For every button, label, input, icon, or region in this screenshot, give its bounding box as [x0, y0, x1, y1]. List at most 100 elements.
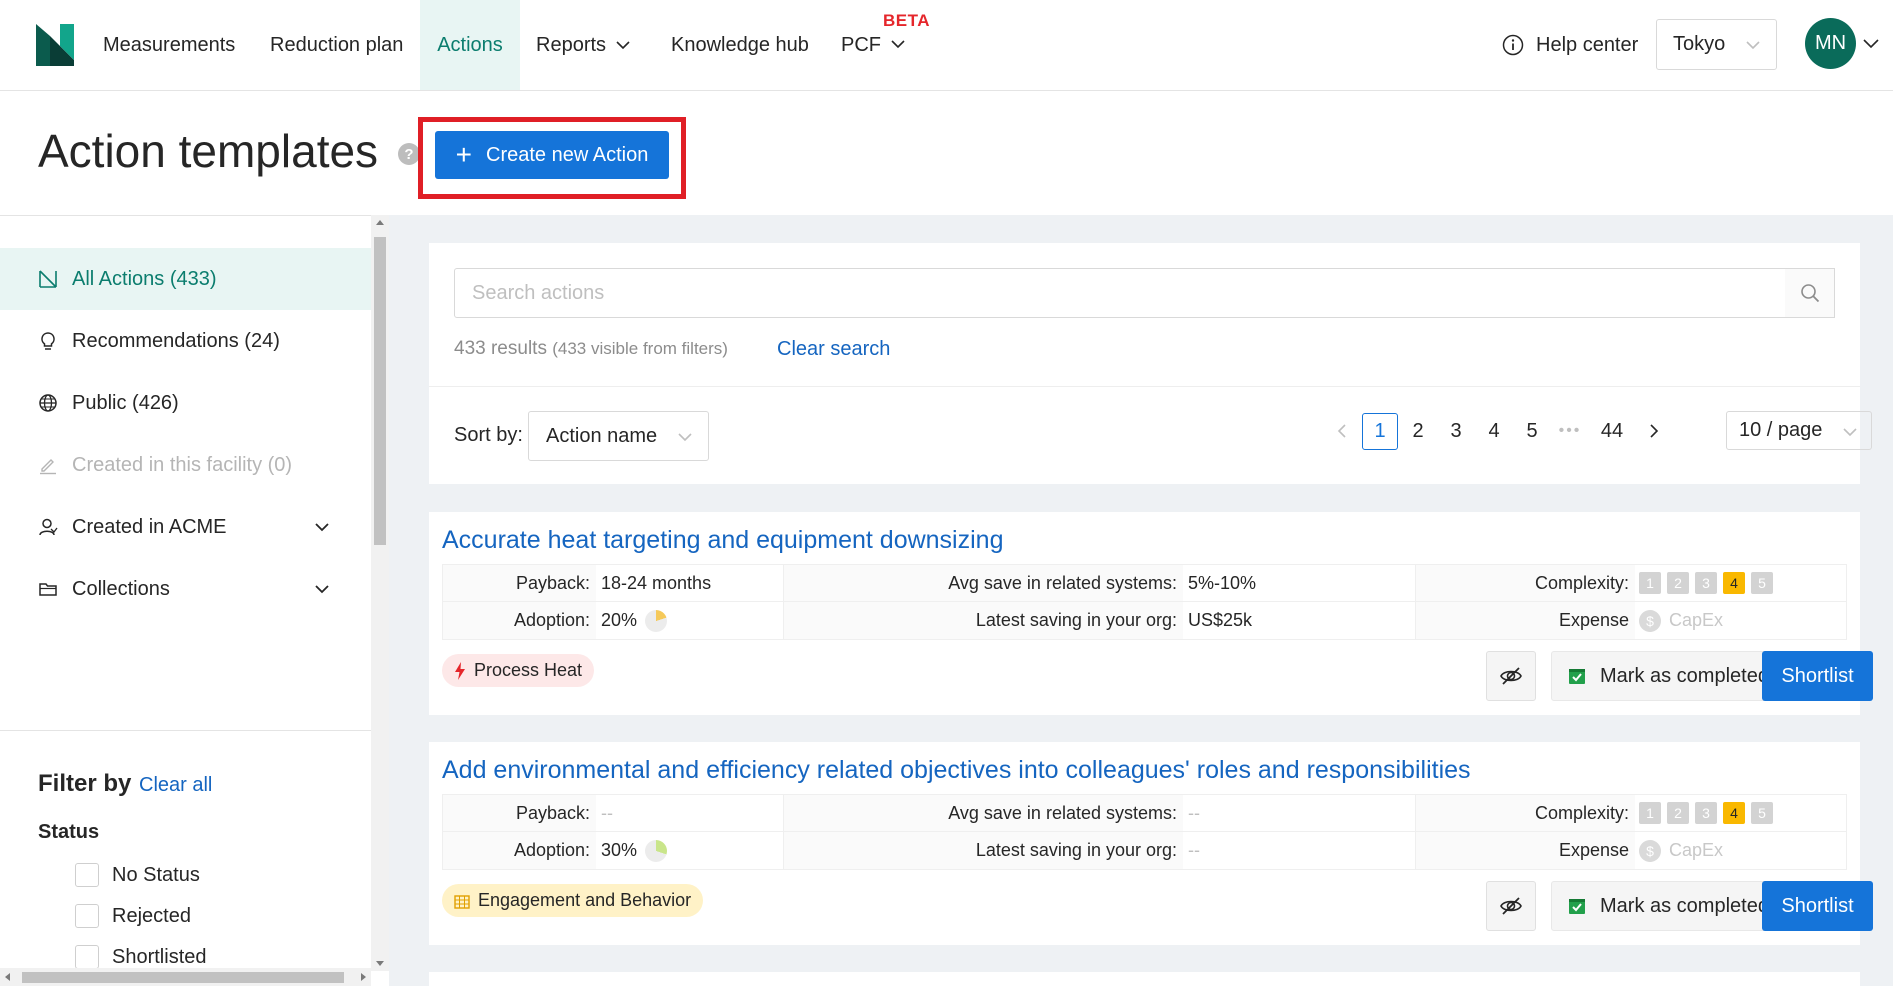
beta-badge: BETA	[883, 11, 931, 30]
sidebar-item-created-in-facility[interactable]: Created in this facility (0)	[0, 434, 371, 496]
page-1-button[interactable]: 1	[1362, 412, 1398, 450]
page-5-button[interactable]: 5	[1514, 413, 1550, 450]
nav-actions[interactable]: Actions	[420, 0, 520, 90]
sidebar-item-all-actions[interactable]: All Actions (433)	[0, 248, 371, 310]
complexity-value: 1 2 3 4 5	[1635, 795, 1846, 832]
eye-off-icon	[1500, 667, 1522, 685]
user-group-icon	[39, 518, 58, 536]
lightbulb-icon	[41, 332, 55, 350]
calendar-check-icon	[1569, 669, 1585, 684]
hide-action-button[interactable]	[1486, 881, 1536, 931]
scroll-up-arrow-icon[interactable]	[376, 220, 384, 225]
page-size-select[interactable]: 10 / page	[1726, 411, 1872, 450]
page-44-button[interactable]: 44	[1590, 413, 1634, 450]
sidebar-item-public[interactable]: Public (426)	[0, 372, 371, 434]
prev-page-button[interactable]	[1324, 413, 1360, 450]
dollar-icon: $	[1639, 609, 1661, 632]
page-2-button[interactable]: 2	[1400, 413, 1436, 450]
status-option-shortlisted[interactable]: Shortlisted	[75, 945, 207, 969]
sidebar-horizontal-scrollbar[interactable]	[0, 968, 371, 986]
payback-value: --	[596, 795, 783, 832]
complexity-level: 5	[1751, 802, 1773, 824]
mark-as-completed-button[interactable]: Mark as completed	[1551, 881, 1793, 931]
sidebar-item-created-in-acme[interactable]: Created in ACME	[0, 496, 371, 558]
action-title-link[interactable]: Accurate heat targeting and equipment do…	[442, 526, 1003, 555]
checkbox[interactable]	[75, 904, 99, 928]
help-tooltip-icon[interactable]: ?	[398, 143, 420, 165]
action-card	[429, 972, 1860, 986]
chevron-down-icon	[678, 433, 692, 442]
search-button[interactable]	[1785, 268, 1835, 318]
shortlist-button[interactable]: Shortlist	[1762, 651, 1873, 701]
actions-logo-icon	[39, 270, 57, 288]
clear-all-filters-link[interactable]: Clear all	[139, 774, 212, 797]
plus-icon: +	[455, 139, 473, 170]
adoption-pie-icon	[645, 609, 668, 632]
action-title-link[interactable]: Add environmental and efficiency related…	[442, 756, 1471, 785]
search-input[interactable]	[454, 268, 1787, 318]
status-option-no-status[interactable]: No Status	[75, 863, 200, 887]
clear-search-link[interactable]: Clear search	[777, 338, 890, 361]
chevron-right-icon	[1650, 424, 1659, 438]
search-panel: 433 results (433 visible from filters) C…	[429, 243, 1872, 484]
chevron-down-icon	[616, 41, 630, 50]
chevron-down-icon[interactable]	[1863, 36, 1879, 52]
nav-reports[interactable]: Reports	[536, 0, 630, 90]
page-4-button[interactable]: 4	[1476, 413, 1512, 450]
payback-value: 18-24 months	[596, 565, 783, 602]
facility-select[interactable]: Tokyo	[1656, 19, 1777, 70]
checkbox[interactable]	[75, 945, 99, 969]
globe-icon	[39, 394, 57, 412]
scrollbar-thumb[interactable]	[22, 972, 344, 983]
checkbox[interactable]	[75, 863, 99, 887]
chevron-down-icon	[891, 40, 905, 49]
building-icon	[454, 894, 470, 909]
help-center-link[interactable]: Help center	[1502, 0, 1638, 90]
complexity-level: 4	[1723, 802, 1745, 824]
eye-off-icon	[1500, 897, 1522, 915]
sort-label: Sort by:	[454, 424, 523, 446]
nav-knowledge-hub[interactable]: Knowledge hub	[671, 0, 809, 90]
shortlist-button[interactable]: Shortlist	[1762, 881, 1873, 931]
calendar-check-icon	[1569, 899, 1585, 914]
scrollbar-thumb[interactable]	[374, 237, 386, 545]
category-tag[interactable]: Process Heat	[442, 654, 595, 687]
status-option-rejected[interactable]: Rejected	[75, 904, 191, 928]
panel-divider	[429, 386, 1860, 387]
complexity-level: 2	[1667, 572, 1689, 594]
status-filter-heading: Status	[38, 821, 100, 843]
create-new-action-button[interactable]: + Create new Action	[435, 131, 669, 179]
avg-save-value: 5%-10%	[1183, 565, 1415, 602]
adoption-value: 30%	[596, 832, 783, 869]
complexity-label: Complexity:	[1415, 795, 1635, 832]
scroll-left-arrow-icon[interactable]	[5, 973, 10, 981]
edit-icon	[40, 459, 56, 475]
next-page-button[interactable]	[1636, 413, 1672, 450]
sidebar-vertical-scrollbar[interactable]	[371, 215, 389, 971]
category-tag[interactable]: Engagement and Behavior	[442, 884, 704, 917]
sidebar-item-collections[interactable]: Collections	[0, 558, 371, 620]
app-logo-icon[interactable]	[36, 24, 74, 66]
hide-action-button[interactable]	[1486, 651, 1536, 701]
search-icon	[1800, 284, 1819, 303]
expense-label: Expense	[1415, 602, 1635, 639]
nav-measurements[interactable]: Measurements	[103, 0, 235, 90]
complexity-label: Complexity:	[1415, 565, 1635, 602]
page-ellipsis[interactable]: •••	[1552, 413, 1588, 450]
payback-label: Payback:	[443, 565, 596, 602]
complexity-level: 2	[1667, 802, 1689, 824]
mark-as-completed-button[interactable]: Mark as completed	[1551, 651, 1793, 701]
user-avatar[interactable]: MN	[1805, 18, 1856, 69]
page-3-button[interactable]: 3	[1438, 413, 1474, 450]
expense-value: $ CapEx	[1635, 602, 1846, 639]
scroll-right-arrow-icon[interactable]	[361, 973, 366, 981]
sort-select[interactable]: Action name	[528, 411, 709, 461]
lightning-bolt-icon	[455, 661, 465, 680]
results-count: 433 results (433 visible from filters)	[454, 338, 728, 359]
action-card: Add environmental and efficiency related…	[429, 742, 1873, 945]
sidebar-item-recommendations[interactable]: Recommendations (24)	[0, 310, 371, 372]
avg-save-label: Avg save in related systems:	[783, 795, 1183, 832]
adoption-value: 20%	[596, 602, 783, 639]
nav-reduction-plan[interactable]: Reduction plan	[270, 0, 403, 90]
scroll-down-arrow-icon[interactable]	[376, 961, 384, 966]
